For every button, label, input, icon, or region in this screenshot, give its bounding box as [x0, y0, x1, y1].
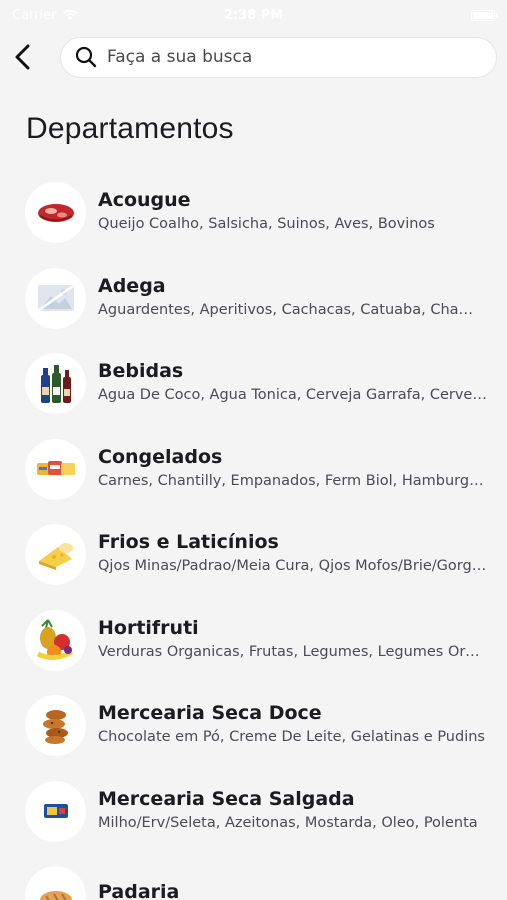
cheese-icon [38, 542, 73, 570]
department-name: Padaria [98, 881, 180, 900]
meat-icon [37, 203, 74, 222]
bread-icon [39, 890, 72, 900]
department-item[interactable]: Mercearia Seca Doce Chocolate em Pó, Cre… [0, 683, 507, 769]
bottles-icon [40, 364, 71, 403]
department-name: Congelados [98, 445, 223, 468]
department-subcategories: Chocolate em Pó, Creme De Leite, Gelatin… [98, 729, 485, 746]
department-subcategories: Qjos Minas/Padrao/Meia Cura, Qjos Mofos/… [98, 558, 487, 575]
department-text: Padaria [98, 881, 487, 900]
department-thumbnail [25, 353, 86, 415]
department-subcategories: Queijo Coalho, Salsicha, Suinos, Aves, B… [98, 216, 435, 233]
department-item[interactable]: Bebidas Agua De Coco, Agua Tonica, Cerve… [0, 341, 507, 427]
canned-food-icon [43, 804, 68, 819]
department-name: Adega [98, 274, 166, 297]
department-item[interactable]: Acougue Queijo Coalho, Salsicha, Suinos,… [0, 170, 507, 256]
search-input[interactable] [107, 47, 482, 67]
department-subcategories: Carnes, Chantilly, Empanados, Ferm Biol,… [98, 472, 487, 489]
department-subcategories: Verduras Organicas, Frutas, Legumes, Leg… [98, 643, 487, 660]
status-left: Carrier [12, 8, 78, 23]
department-text: Frios e Laticínios Qjos Minas/Padrao/Mei… [98, 531, 487, 574]
department-subcategories: Agua De Coco, Agua Tonica, Cerveja Garra… [98, 387, 487, 404]
department-thumbnail [25, 695, 86, 757]
carrier-label: Carrier [12, 7, 57, 23]
department-text: Adega Aguardentes, Aperitivos, Cachacas,… [98, 275, 487, 318]
search-icon [75, 46, 97, 68]
department-name: Frios e Laticínios [98, 531, 279, 554]
wifi-icon [63, 9, 78, 21]
department-thumbnail [25, 866, 86, 900]
department-text: Mercearia Seca Salgada Milho/Erv/Seleta,… [98, 788, 487, 831]
back-button[interactable] [12, 37, 50, 77]
search-row [0, 30, 507, 78]
department-name: Hortifruti [98, 616, 199, 639]
cookies-icon [42, 709, 68, 744]
department-text: Congelados Carnes, Chantilly, Empanados,… [98, 446, 487, 489]
department-text: Mercearia Seca Doce Chocolate em Pó, Cre… [98, 702, 487, 745]
chevron-left-icon [15, 44, 30, 70]
frozen-food-icon [36, 461, 75, 476]
department-subcategories: Milho/Erv/Seleta, Azeitonas, Mostarda, O… [98, 814, 478, 831]
fruits-icon [36, 619, 73, 661]
department-name: Mercearia Seca Salgada [98, 787, 355, 810]
page-title: Departamentos [26, 112, 234, 145]
department-text: Bebidas Agua De Coco, Agua Tonica, Cerve… [98, 360, 487, 403]
department-item[interactable]: Hortifruti Verduras Organicas, Frutas, L… [0, 598, 507, 684]
department-subcategories: Aguardentes, Aperitivos, Cachacas, Catua… [98, 301, 487, 318]
search-box[interactable] [60, 36, 497, 78]
department-list: Acougue Queijo Coalho, Salsicha, Suinos,… [0, 170, 507, 900]
department-thumbnail [25, 438, 86, 500]
department-thumbnail [25, 182, 86, 244]
department-item[interactable]: Congelados Carnes, Chantilly, Empanados,… [0, 427, 507, 513]
department-name: Bebidas [98, 360, 184, 383]
status-bar: Carrier 2:38 PM [0, 0, 507, 30]
department-text: Hortifruti Verduras Organicas, Frutas, L… [98, 617, 487, 660]
department-name: Acougue [98, 189, 191, 212]
battery-icon [471, 9, 498, 21]
department-name: Mercearia Seca Doce [98, 702, 322, 725]
department-text: Acougue Queijo Coalho, Salsicha, Suinos,… [98, 189, 487, 232]
department-item[interactable]: Padaria [0, 854, 507, 900]
department-item[interactable]: Mercearia Seca Salgada Milho/Erv/Seleta,… [0, 769, 507, 855]
department-item[interactable]: Frios e Laticínios Qjos Minas/Padrao/Mei… [0, 512, 507, 598]
department-thumbnail [25, 609, 86, 671]
department-thumbnail [25, 780, 86, 842]
department-thumbnail [25, 267, 86, 329]
department-item[interactable]: Adega Aguardentes, Aperitivos, Cachacas,… [0, 256, 507, 342]
department-thumbnail [25, 524, 86, 586]
image-placeholder-icon [37, 285, 74, 312]
